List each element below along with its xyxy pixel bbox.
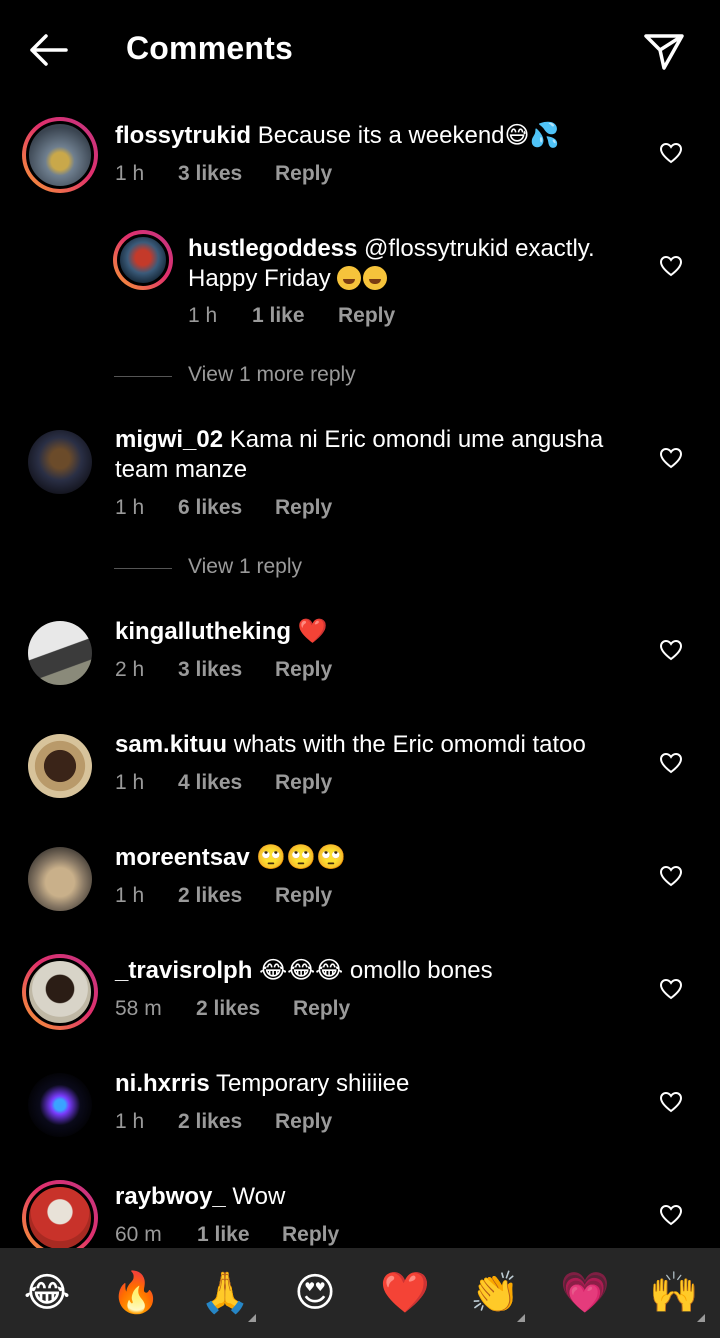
likes-count[interactable]: 3 likes	[178, 162, 275, 186]
comment-username[interactable]: _travisrolph	[115, 957, 252, 984]
heart-icon[interactable]	[659, 639, 683, 661]
comment-time: 1 h	[115, 771, 145, 794]
divider	[114, 376, 172, 377]
comment-time: 58 m	[115, 997, 162, 1020]
heart-icon[interactable]	[659, 1091, 683, 1113]
avatar[interactable]	[28, 1073, 92, 1137]
comment-text: Because its a weekend	[257, 122, 505, 149]
comment-time: 1 h	[115, 496, 145, 519]
heart-eyes-emoji-button[interactable]: 😍	[290, 1268, 340, 1318]
comment-item: moreentsav 🙄🙄🙄 1 h 2 likes Reply	[0, 838, 720, 938]
page-title: Comments	[126, 30, 293, 66]
folded-hands-emoji-button[interactable]: 🙏	[200, 1268, 250, 1318]
comment-time: 60 m	[115, 1223, 162, 1246]
comment-emoji: 🙄🙄🙄	[256, 844, 347, 871]
comment-reply-item: hustlegoddess @flossytrukid exactly. Hap…	[0, 228, 720, 338]
header: Comments	[0, 0, 720, 100]
heart-icon[interactable]	[659, 447, 683, 469]
comment-time: 2 h	[115, 658, 145, 681]
skin-tone-indicator-icon	[517, 1314, 525, 1322]
likes-count[interactable]: 2 likes	[178, 1110, 275, 1134]
back-arrow-icon[interactable]	[26, 28, 72, 72]
comment-item: kingallutheking ❤️ 2 h 3 likes Reply	[0, 612, 720, 712]
comment-emoji: ❤️	[297, 618, 328, 645]
view-more-replies[interactable]: View 1 reply	[114, 555, 614, 585]
likes-count[interactable]: 4 likes	[178, 771, 275, 795]
comment-username[interactable]: raybwoy_	[115, 1183, 226, 1210]
comment-username[interactable]: ni.hxrris	[115, 1070, 210, 1097]
likes-count[interactable]: 1 like	[197, 1223, 282, 1247]
heart-icon[interactable]	[659, 978, 683, 1000]
heart-icon[interactable]	[659, 142, 683, 164]
view-more-replies[interactable]: View 1 more reply	[114, 363, 614, 393]
grinning-emoji-icon	[363, 266, 388, 290]
heart-icon[interactable]	[659, 752, 683, 774]
avatar[interactable]	[28, 734, 92, 798]
red-heart-emoji-button[interactable]: ❤️	[380, 1268, 430, 1318]
avatar[interactable]	[28, 621, 92, 685]
avatar[interactable]	[28, 847, 92, 911]
likes-count[interactable]: 2 likes	[178, 884, 275, 908]
beating-heart-emoji-button[interactable]: 💗	[560, 1268, 610, 1318]
likes-count[interactable]: 2 likes	[196, 997, 293, 1021]
reply-button[interactable]: Reply	[275, 496, 332, 520]
clapping-emoji-button[interactable]: 👏	[470, 1268, 520, 1318]
likes-count[interactable]: 1 like	[252, 304, 338, 328]
comment-time: 1 h	[115, 1110, 145, 1133]
comment-username[interactable]: kingallutheking	[115, 618, 291, 645]
reply-button[interactable]: Reply	[275, 884, 332, 908]
heart-icon[interactable]	[659, 255, 683, 277]
avatar[interactable]	[22, 117, 98, 193]
likes-count[interactable]: 3 likes	[178, 658, 275, 682]
comment-time: 1 h	[115, 884, 145, 907]
comment-username[interactable]: flossytrukid	[115, 122, 251, 149]
skin-tone-indicator-icon	[697, 1314, 705, 1322]
raising-hands-emoji-button[interactable]: 🙌	[649, 1268, 699, 1318]
skin-tone-indicator-icon	[248, 1314, 256, 1322]
heart-icon[interactable]	[659, 865, 683, 887]
comment-time: 1 h	[115, 162, 145, 185]
fire-emoji-button[interactable]: 🔥	[111, 1268, 161, 1318]
comment-time: 1 h	[188, 304, 218, 327]
avatar[interactable]	[28, 430, 92, 494]
comment-username[interactable]: moreentsav	[115, 844, 250, 871]
avatar[interactable]	[22, 954, 98, 1030]
comment-item: raybwoy_ Wow 60 m 1 like Reply	[0, 1177, 720, 1248]
avatar[interactable]	[22, 1180, 98, 1248]
comment-emoji: 😂😂😂	[259, 957, 344, 984]
comment-item: _travisrolph 😂😂😂 omollo bones 58 m 2 like…	[0, 951, 720, 1051]
reply-button[interactable]: Reply	[293, 997, 350, 1021]
avatar[interactable]	[113, 230, 173, 290]
comment-item: migwi_02 Kama ni Eric omondi ume angusha…	[0, 420, 720, 540]
comment-text: omollo bones	[349, 957, 493, 984]
comment-emoji: 😅💦	[504, 122, 560, 149]
likes-count[interactable]: 6 likes	[178, 496, 275, 520]
view-more-label[interactable]: View 1 more reply	[188, 363, 356, 387]
comment-item: ni.hxrris Temporary shiiiiee 1 h 2 likes R…	[0, 1064, 720, 1164]
comment-username[interactable]: migwi_02	[115, 426, 223, 453]
reply-button[interactable]: Reply	[338, 304, 395, 328]
comment-text: Wow	[232, 1183, 286, 1210]
reply-button[interactable]: Reply	[275, 1110, 332, 1134]
reply-button[interactable]: Reply	[275, 658, 332, 682]
emoji-reaction-bar: 😂 🔥 🙏 😍 ❤️ 👏 💗 🙌	[0, 1248, 720, 1338]
comment-item: flossytrukid Because its a weekend😅💦 1 h…	[0, 112, 720, 212]
view-more-label[interactable]: View 1 reply	[188, 555, 302, 579]
comment-username[interactable]: sam.kituu	[115, 731, 227, 758]
comment-item: sam.kituu whats with the Eric omomdi tat…	[0, 725, 720, 825]
reply-button[interactable]: Reply	[275, 771, 332, 795]
grinning-emoji-icon	[337, 266, 362, 290]
comment-text: Temporary shiiiiee	[215, 1070, 410, 1097]
divider	[114, 568, 172, 569]
reply-button[interactable]: Reply	[282, 1223, 339, 1247]
reply-button[interactable]: Reply	[275, 162, 332, 186]
tears-of-joy-emoji-button[interactable]: 😂	[22, 1268, 72, 1318]
comment-text: whats with the Eric omomdi tatoo	[233, 731, 586, 758]
direct-send-icon[interactable]	[640, 28, 688, 72]
comment-username[interactable]: hustlegoddess	[188, 235, 357, 262]
heart-icon[interactable]	[659, 1204, 683, 1226]
